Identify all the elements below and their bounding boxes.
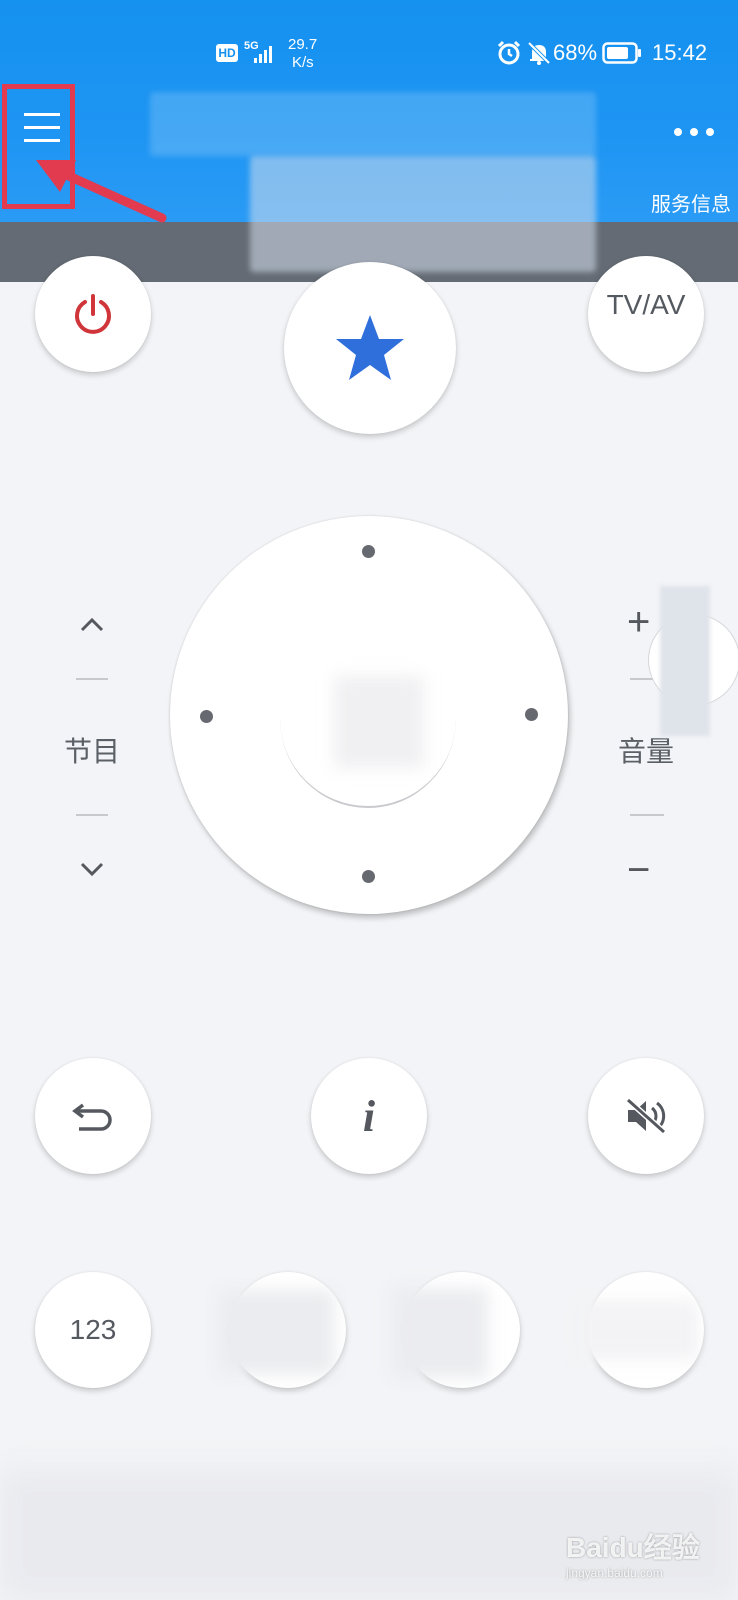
info-button[interactable]: i — [311, 1058, 427, 1174]
more-button[interactable] — [674, 120, 722, 144]
chevron-down-icon — [80, 862, 104, 877]
tv-av-label: TV/AV — [606, 289, 686, 320]
signal-icon — [246, 44, 278, 64]
battery-percent: 68% — [553, 40, 598, 65]
blurred-device-name — [250, 156, 596, 272]
numpad-button[interactable]: 123 — [35, 1272, 151, 1388]
numpad-label: 123 — [69, 1314, 117, 1345]
chevron-up-icon — [80, 617, 104, 632]
blurred-title — [150, 92, 596, 156]
blurred-floating-panel — [660, 586, 710, 736]
channel-down-button[interactable] — [76, 858, 108, 882]
blurred-label-2 — [218, 1290, 334, 1374]
notifications-off-icon — [526, 40, 552, 66]
hd-badge: HD — [216, 44, 238, 62]
network-speed-value: 29.7 — [288, 36, 318, 53]
star-icon — [336, 315, 404, 380]
blurred-label-3 — [392, 1288, 488, 1378]
power-button[interactable] — [35, 256, 151, 372]
dpad-down[interactable] — [362, 870, 375, 883]
blurred-label-4 — [574, 1300, 698, 1360]
annotation-arrow-icon — [30, 150, 170, 230]
hd-badge-text: HD — [218, 46, 236, 60]
volume-down-button[interactable]: − — [627, 848, 650, 892]
dpad-up[interactable] — [362, 545, 375, 558]
volume-up-button[interactable]: + — [627, 600, 650, 644]
channel-up-button[interactable] — [76, 612, 108, 636]
battery-icon — [602, 42, 642, 64]
volume-divider-bottom — [630, 814, 664, 816]
back-arrow-icon — [72, 1103, 112, 1131]
mute-button[interactable] — [588, 1058, 704, 1174]
favorite-button[interactable] — [284, 262, 456, 434]
channel-divider-bottom — [76, 814, 108, 816]
channel-label: 节目 — [64, 736, 121, 767]
service-info-link[interactable]: 服务信息 — [651, 188, 731, 217]
clock: 15:42 — [652, 40, 708, 65]
more-dots-icon — [674, 128, 714, 136]
mute-icon — [626, 1097, 666, 1135]
tv-av-button[interactable]: TV/AV — [588, 256, 704, 372]
channel-divider-top — [76, 678, 108, 680]
dpad-left[interactable] — [200, 710, 213, 723]
volume-label: 音量 — [618, 736, 675, 767]
alarm-icon — [496, 40, 522, 66]
network-speed-unit: K/s — [292, 54, 314, 71]
info-icon: i — [362, 1091, 376, 1141]
power-icon — [75, 294, 111, 334]
blurred-ok-label — [334, 676, 424, 768]
baidu-watermark: Baidu经验 jingyan.baidu.com — [566, 1526, 726, 1586]
back-button[interactable] — [35, 1058, 151, 1174]
dpad-right[interactable] — [525, 708, 538, 721]
watermark-sub: jingyan.baidu.com — [566, 1566, 663, 1580]
watermark-text: Baidu经验 — [566, 1532, 700, 1563]
